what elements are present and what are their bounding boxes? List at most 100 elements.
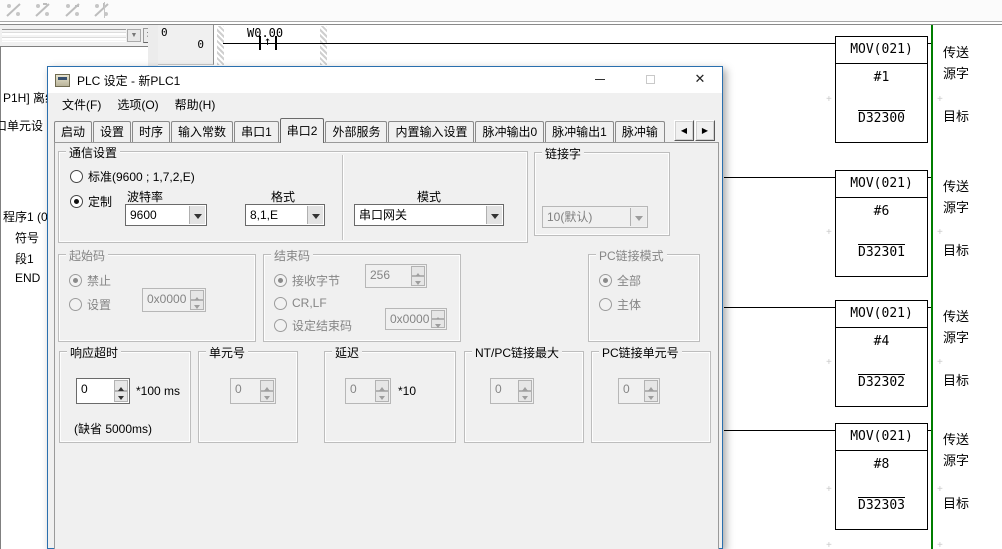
dialog-titlebar[interactable]: PLC 设定 - 新PLC1 <box>48 67 722 93</box>
group-label: 结束码 <box>271 247 313 264</box>
instruction-mnemonic: MOV(021) <box>836 171 927 198</box>
spinner-down-icon[interactable] <box>114 391 128 402</box>
instruction-source-operand: #1 <box>836 70 927 85</box>
end-code-group: 结束码 接收字节 256 CR,LF 设定结束码 0x0000 <box>263 254 461 342</box>
instruction-comment: 传送 <box>943 429 969 448</box>
mov-instruction-block[interactable]: MOV(021) #1 D32300 <box>835 36 928 143</box>
toolbar-separator <box>104 2 105 18</box>
instruction-source-operand: #4 <box>836 334 927 349</box>
address-combobox[interactable] <box>2 29 126 42</box>
tree-item-symbols[interactable]: 符号 <box>15 229 39 246</box>
mov-instruction-block[interactable]: MOV(021) #4 D32302 <box>835 300 928 407</box>
grayed-tool-icon[interactable] <box>4 2 24 18</box>
baud-rate-label: 波特率 <box>127 188 163 205</box>
tab-timing[interactable]: 时序 <box>132 121 170 142</box>
tab-input-constants[interactable]: 输入常数 <box>171 121 233 142</box>
cx-programmer-screen: ▼ ✖ P1H] 离线 口单元设 程序1 (0 符号 段1 END 0 0 W0… <box>0 0 1002 549</box>
group-label: 响应超时 <box>67 344 121 361</box>
custom-radio[interactable]: 定制 <box>70 193 112 210</box>
grid-mark: + <box>826 228 832 238</box>
chevron-down-icon[interactable] <box>307 206 323 224</box>
menu-file[interactable]: 文件(F) <box>54 93 109 116</box>
rung-header-cell[interactable]: 0 0 <box>158 25 214 65</box>
standard-radio[interactable]: 标准(9600 ; 1,7,2,E) <box>70 168 195 185</box>
spinner-down-icon <box>411 276 425 286</box>
minimize-button[interactable] <box>584 69 616 90</box>
tab-pulse-output-0[interactable]: 脉冲输出0 <box>475 121 544 142</box>
mov-instruction-block[interactable]: MOV(021) #6 D32301 <box>835 170 928 277</box>
tab-serial-port-1[interactable]: 串口1 <box>234 121 279 142</box>
rung-wire <box>724 430 835 431</box>
tab-pulse-output-2[interactable]: 脉冲输 <box>615 121 665 142</box>
menu-help[interactable]: 帮助(H) <box>167 93 224 116</box>
pc-link-master-radio: 主体 <box>599 296 641 313</box>
spinner-up-icon <box>431 310 445 319</box>
timeout-default-note: (缺省 5000ms) <box>74 420 152 437</box>
nt-pc-link-max-spinner: 0 <box>490 378 534 404</box>
radio-label: 定制 <box>88 193 112 210</box>
spinner-up-icon <box>375 380 389 391</box>
delay-value: 0 <box>350 382 357 396</box>
group-label: PC链接单元号 <box>599 344 682 361</box>
instruction-dest-operand: D32301 <box>836 245 927 260</box>
pc-link-unit-number-spinner: 0 <box>618 378 660 404</box>
response-timeout-spinner[interactable]: 0 <box>76 378 130 404</box>
tree-item-end[interactable]: END <box>15 271 40 285</box>
spinner-up-icon[interactable] <box>114 380 128 391</box>
tab-external-service[interactable]: 外部服务 <box>325 121 387 142</box>
tab-pulse-output-1[interactable]: 脉冲输出1 <box>545 121 614 142</box>
tree-item-unit-settings[interactable]: 口单元设 <box>0 117 43 134</box>
tab-scroll-left-icon[interactable]: ◀ <box>674 120 694 141</box>
group-divider <box>342 155 343 240</box>
grayed-tool-icon[interactable] <box>92 2 112 18</box>
instruction-comment: 传送 <box>943 306 969 325</box>
pane-divider-line <box>0 21 1002 22</box>
menu-options[interactable]: 选项(O) <box>109 93 166 116</box>
tab-startup[interactable]: 启动 <box>54 121 92 142</box>
dialog-title: PLC 设定 - 新PLC1 <box>77 72 180 89</box>
tab-settings[interactable]: 设置 <box>93 121 131 142</box>
radio-icon <box>599 298 612 311</box>
mode-select[interactable]: 串口网关 <box>354 204 504 226</box>
tree-item-program1[interactable]: 程序1 (0 <box>3 208 48 225</box>
delay-spinner: 0 <box>345 378 391 404</box>
tree-item-section1[interactable]: 段1 <box>15 250 34 267</box>
spinner-up-icon <box>644 380 658 391</box>
radio-checked-icon <box>70 195 83 208</box>
chevron-down-icon[interactable]: ▼ <box>127 29 141 42</box>
tab-scroll-right-icon[interactable]: ▶ <box>695 120 715 141</box>
group-label: 起始码 <box>66 247 108 264</box>
rung-number: 0 <box>161 26 168 39</box>
tab-serial-port-2[interactable]: 串口2 <box>280 118 325 143</box>
start-code-spinner: 0x0000 <box>142 288 206 312</box>
grid-mark: + <box>826 95 832 105</box>
instruction-source-operand: #6 <box>836 204 927 219</box>
format-label: 格式 <box>271 188 295 205</box>
close-button[interactable]: ✕ <box>684 69 716 90</box>
chevron-down-icon[interactable] <box>486 206 502 224</box>
link-words-select: 10(默认) <box>542 206 648 228</box>
chevron-down-icon[interactable] <box>189 206 205 224</box>
radio-label: CR,LF <box>292 296 327 310</box>
contact-symbol-bar <box>275 36 277 50</box>
link-words-group: 链接字 10(默认) <box>534 152 670 236</box>
tab-strip: 启动 设置 时序 输入常数 串口1 串口2 外部服务 内置输入设置 脉冲输出0 … <box>54 116 673 144</box>
radio-icon <box>70 170 83 183</box>
radio-checked-icon <box>599 274 612 287</box>
tab-builtin-input-settings[interactable]: 内置输入设置 <box>388 121 474 142</box>
spinner-up-icon <box>411 266 425 276</box>
format-select[interactable]: 8,1,E <box>245 204 325 226</box>
instruction-source-operand: #8 <box>836 457 927 472</box>
group-label: PC链接模式 <box>596 247 667 264</box>
mov-instruction-block[interactable]: MOV(021) #8 D32303 <box>835 423 928 530</box>
group-label: NT/PC链接最大 <box>472 344 562 361</box>
baud-rate-select[interactable]: 9600 <box>125 204 207 226</box>
grayed-tool-icon[interactable] <box>63 2 83 18</box>
start-code-set-radio: 设置 <box>69 296 111 313</box>
set-end-code-value: 0x0000 <box>390 312 429 326</box>
operand-comment: 目标 <box>943 493 969 512</box>
grid-mark: + <box>937 228 943 238</box>
grayed-tool-icon[interactable] <box>33 2 53 18</box>
plc-settings-dialog[interactable]: PLC 设定 - 新PLC1 ✕ 文件(F) 选项(O) 帮助(H) 启动 设置… <box>47 66 723 549</box>
radio-icon <box>274 297 287 310</box>
